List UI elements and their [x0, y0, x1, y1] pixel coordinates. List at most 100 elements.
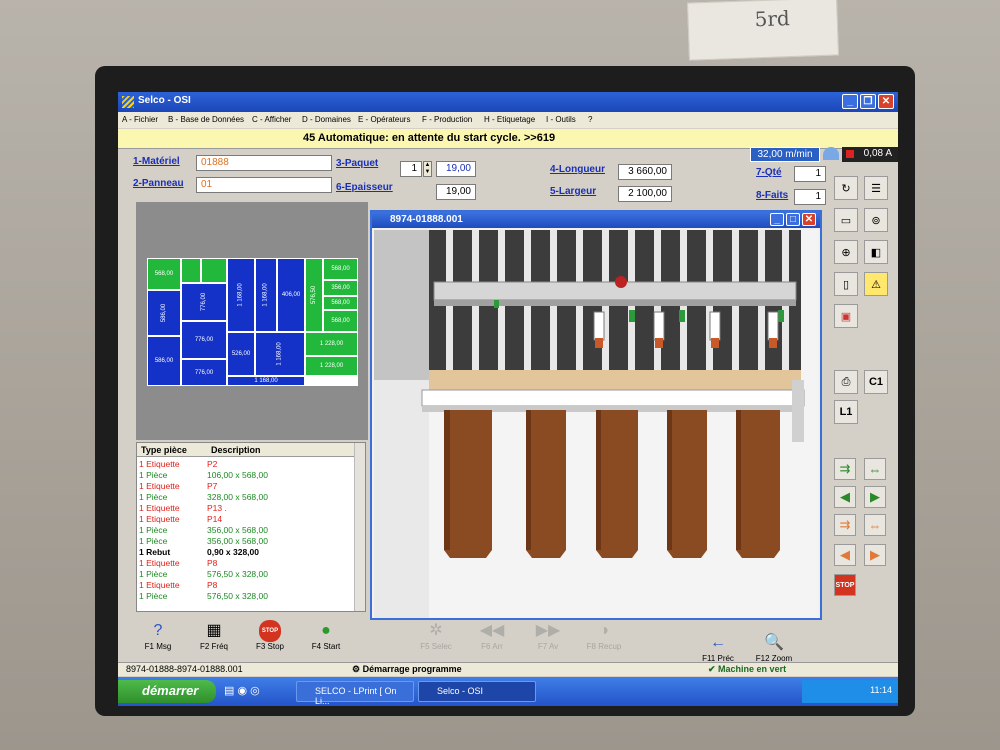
saw-machine-illustration [374, 230, 818, 618]
stack-icon[interactable]: ☰ [864, 176, 888, 200]
paquet-count-field[interactable]: 1 [400, 161, 422, 177]
qte-field[interactable]: 1 [794, 166, 826, 182]
list-item[interactable]: 1 Pièce 576,50 x 328,00 [137, 591, 355, 602]
start-button[interactable]: démarrer [118, 680, 216, 703]
task-selco-osi[interactable]: Selco - OSI [418, 681, 536, 702]
load-icon[interactable]: ⇉ [834, 458, 856, 480]
epaisseur-label: 6-Epaisseur [336, 182, 393, 193]
menu-domaines[interactable]: D - Domaines [302, 115, 351, 124]
list-item[interactable]: 1 Pièce 356,00 x 568,00 [137, 525, 355, 536]
menu-base-donnees[interactable]: B - Base de Données [168, 115, 244, 124]
c1-button[interactable]: C1 [864, 370, 888, 394]
materiel-field[interactable]: 01888 [196, 155, 332, 171]
quick-launch-icons[interactable]: ▤ ◉ ◎ [224, 684, 260, 697]
arrow-right-icon[interactable]: ▶ [864, 486, 886, 508]
f12-zoom-button[interactable]: 🔍 F12 Zoom [748, 632, 800, 663]
panneau-label: 2-Panneau [133, 178, 184, 189]
view-maximize-button[interactable]: □ [786, 213, 800, 226]
f5-button: ✲ F5 Selec [410, 620, 462, 651]
nest-piece: 586,00 [147, 290, 181, 336]
col-type-piece[interactable]: Type pièce [141, 445, 187, 455]
epaisseur-field[interactable]: 19,00 [436, 184, 476, 200]
paquet-spinner[interactable]: ▲ ▼ [423, 161, 432, 177]
longueur-field[interactable]: 3 660,00 [618, 164, 672, 180]
system-tray: 11:14 [802, 680, 898, 703]
list-item[interactable]: 1 Etiquette P14 [137, 514, 355, 525]
menu-fichier[interactable]: A - Fichier [122, 115, 158, 124]
saw-icon[interactable]: ⊚ [864, 208, 888, 232]
col-description[interactable]: Description [211, 445, 261, 455]
list-item[interactable]: 1 Rebut 0,90 x 328,00 [137, 547, 355, 558]
list-item[interactable]: 1 Etiquette P7 [137, 481, 355, 492]
taskbar: démarrer ▤ ◉ ◎ SELCO - LPrint [ On Li...… [118, 677, 898, 706]
nest-piece: 356,00 [323, 280, 358, 296]
frequency-icon: ▦ [206, 622, 222, 639]
arrow-left-orange-icon[interactable]: ◀ [834, 544, 856, 566]
cycle-status-message: 45 Automatique: en attente du start cycl… [303, 132, 556, 144]
menu-bar: A - Fichier B - Base de Données C - Affi… [118, 112, 898, 128]
help-icon: ? [153, 622, 163, 639]
list-item[interactable]: 1 Etiquette P8 [137, 580, 355, 591]
list-item[interactable]: 1 Pièce 328,00 x 568,00 [137, 492, 355, 503]
list-item[interactable]: 1 Etiquette P13 . [137, 503, 355, 514]
paquet-label: 3-Paquet [336, 158, 379, 169]
f3-stop-button[interactable]: STOP F3 Stop [244, 620, 296, 651]
f4-start-button[interactable]: ● F4 Start [300, 620, 352, 651]
minimize-button[interactable]: _ [842, 94, 858, 109]
panneau-field[interactable]: 01 [196, 177, 332, 193]
arrow-right-orange-icon[interactable]: ▶ [864, 544, 886, 566]
print-icon[interactable]: ⎙ [834, 370, 858, 394]
faits-field[interactable]: 1 [794, 189, 826, 205]
menu-outils[interactable]: I - Outils [546, 115, 576, 124]
machine-3d-scene [374, 230, 818, 618]
robot-icon[interactable]: ▣ [834, 304, 858, 328]
nest-piece: 576,50 [305, 258, 323, 332]
restore-button[interactable]: ❐ [860, 94, 876, 109]
paquet-value[interactable]: 19,00 [436, 161, 476, 177]
menu-help[interactable]: ? [588, 115, 592, 124]
nest-piece: 776,00 [181, 283, 227, 321]
list-item[interactable]: 1 Pièce 576,50 x 328,00 [137, 569, 355, 580]
rewind-icon: ◀◀ [479, 622, 505, 639]
nest-piece: 1 168,00 [255, 332, 305, 376]
f1-msg-button[interactable]: ? F1 Msg [132, 620, 184, 651]
list-item[interactable]: 1 Etiquette P2 [137, 459, 355, 470]
list-item[interactable]: 1 Etiquette P8 [137, 558, 355, 569]
panel-icon[interactable]: ▯ [834, 272, 858, 296]
nest-piece: 1 228,00 [305, 356, 358, 376]
l1-button[interactable]: L1 [834, 400, 858, 424]
warning-icon[interactable]: ⚠ [864, 272, 888, 296]
nest-piece: 776,00 [181, 321, 227, 359]
menu-etiquetage[interactable]: H - Etiquetage [484, 115, 535, 124]
qte-label: 7-Qté [756, 167, 782, 178]
menu-afficher[interactable]: C - Afficher [252, 115, 291, 124]
list-item[interactable]: 1 Pièce 106,00 x 568,00 [137, 470, 355, 481]
list-item[interactable]: 1 Pièce 356,00 x 568,00 [137, 536, 355, 547]
longueur-label: 4-Longueur [550, 164, 605, 175]
piece-list-scrollbar[interactable] [354, 443, 365, 611]
largeur-field[interactable]: 2 100,00 [618, 186, 672, 202]
nest-piece: 1 168,00 [227, 376, 305, 386]
close-button[interactable]: ✕ [878, 94, 894, 109]
expand-icon[interactable]: ⇔ [864, 458, 886, 480]
menu-production[interactable]: F - Production [422, 115, 472, 124]
target-icon[interactable]: ⊕ [834, 240, 858, 264]
nest-piece: 526,00 [227, 332, 255, 376]
pusher-icon[interactable]: ▭ [834, 208, 858, 232]
contract-icon[interactable]: ⇔ [864, 514, 886, 536]
task-lprint[interactable]: SELCO - LPrint [ On Li... [296, 681, 414, 706]
nest-piece: 1 168,00 [255, 258, 277, 332]
gauge-icon [823, 147, 839, 160]
view-close-button[interactable]: ✕ [802, 213, 816, 226]
rotate-icon[interactable]: ↻ [834, 176, 858, 200]
f11-prec-button[interactable]: ← F11 Préc [692, 632, 744, 663]
piece-list-header: Type pièce Description [137, 443, 355, 457]
clamp-icon[interactable]: ◧ [864, 240, 888, 264]
stop-icon[interactable]: STOP [834, 574, 856, 596]
menu-operateurs[interactable]: E - Opérateurs [358, 115, 410, 124]
arrow-left-icon[interactable]: ◀ [834, 486, 856, 508]
f2-freq-button[interactable]: ▦ F2 Fréq [188, 620, 240, 651]
app-logo-icon [122, 96, 134, 108]
view-minimize-button[interactable]: _ [770, 213, 784, 226]
unload-icon[interactable]: ⇉ [834, 514, 856, 536]
